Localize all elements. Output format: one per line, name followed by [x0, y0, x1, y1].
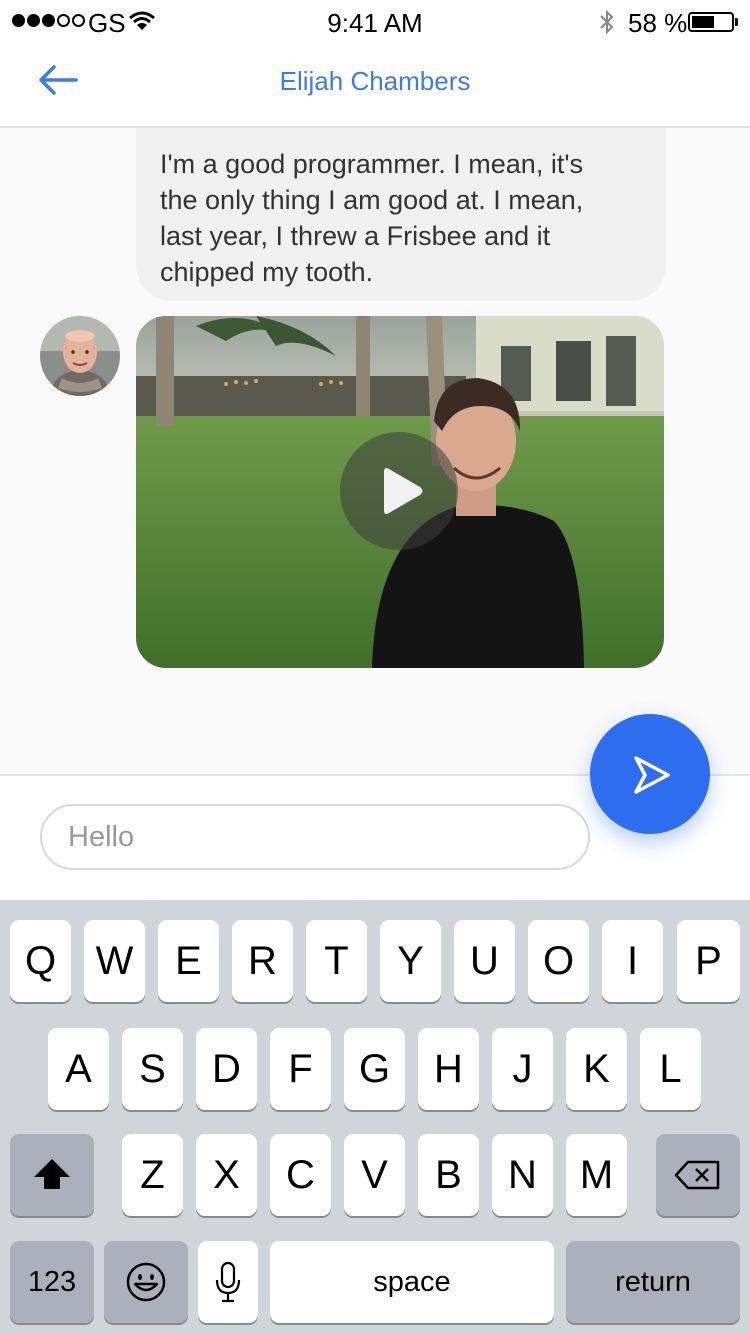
microphone-icon	[215, 1261, 241, 1303]
key-h[interactable]: H	[418, 1028, 479, 1110]
key-x[interactable]: X	[196, 1134, 257, 1216]
battery-percent: 58 %	[628, 8, 688, 38]
message-line: the only thing I am good at. I mean,	[160, 185, 584, 215]
key-z[interactable]: Z	[122, 1134, 183, 1216]
message-line: chipped my tooth.	[160, 257, 374, 287]
key-i[interactable]: I	[602, 920, 663, 1002]
send-icon	[634, 756, 670, 794]
key-v[interactable]: V	[344, 1134, 405, 1216]
numbers-key[interactable]: 123	[10, 1241, 94, 1323]
key-d[interactable]: D	[196, 1028, 257, 1110]
send-button[interactable]	[590, 714, 710, 834]
shift-key[interactable]	[10, 1134, 94, 1216]
avatar[interactable]	[40, 316, 120, 396]
key-u[interactable]: U	[454, 920, 515, 1002]
key-r[interactable]: R	[232, 920, 293, 1002]
key-l[interactable]: L	[640, 1028, 701, 1110]
emoji-icon	[126, 1262, 166, 1302]
bluetooth-icon	[600, 9, 614, 35]
return-key[interactable]: return	[566, 1241, 740, 1323]
battery-icon	[688, 12, 734, 32]
key-w[interactable]: W	[84, 920, 145, 1002]
message-line: last year, I threw a Frisbee and it	[160, 221, 551, 251]
delete-key[interactable]	[656, 1134, 740, 1216]
key-n[interactable]: N	[492, 1134, 553, 1216]
battery-tip	[735, 18, 738, 26]
key-q[interactable]: Q	[10, 920, 71, 1002]
key-e[interactable]: E	[158, 920, 219, 1002]
key-c[interactable]: C	[270, 1134, 331, 1216]
key-s[interactable]: S	[122, 1028, 183, 1110]
key-y[interactable]: Y	[380, 920, 441, 1002]
key-f[interactable]: F	[270, 1028, 331, 1110]
dictation-key[interactable]	[198, 1241, 258, 1323]
message-input[interactable]: Hello	[40, 804, 590, 870]
play-button[interactable]	[340, 432, 458, 550]
message-line: I'm a good programmer. I mean, it's	[160, 149, 583, 179]
key-j[interactable]: J	[492, 1028, 553, 1110]
key-p[interactable]: P	[677, 920, 740, 1002]
key-m[interactable]: M	[566, 1134, 627, 1216]
chat-title: Elijah Chambers	[279, 66, 471, 96]
key-b[interactable]: B	[418, 1134, 479, 1216]
key-g[interactable]: G	[344, 1028, 405, 1110]
key-o[interactable]: O	[528, 920, 589, 1002]
key-a[interactable]: A	[48, 1028, 109, 1110]
play-icon	[384, 468, 423, 514]
space-key[interactable]: space	[270, 1241, 554, 1323]
key-k[interactable]: K	[566, 1028, 627, 1110]
message-bubble: I'm a good programmer. I mean, it's the …	[136, 128, 666, 301]
shift-arrow-icon	[34, 1159, 70, 1189]
key-t[interactable]: T	[306, 920, 367, 1002]
backspace-icon	[674, 1160, 720, 1190]
emoji-key[interactable]	[104, 1241, 188, 1323]
